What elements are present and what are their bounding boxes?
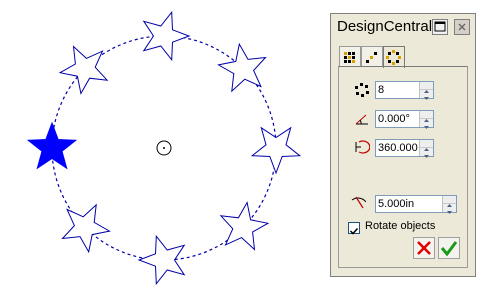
- total-angle-input[interactable]: [376, 140, 420, 156]
- total-angle-field[interactable]: [375, 139, 434, 158]
- path-points-icon: [366, 52, 377, 63]
- checkmark-icon: [349, 227, 359, 235]
- star-pattern-copy[interactable]: [219, 201, 270, 251]
- spin-up-icon[interactable]: [420, 111, 433, 122]
- spin-down-icon[interactable]: [420, 119, 433, 129]
- spin-down-icon[interactable]: [420, 90, 433, 100]
- tab-grid-pattern[interactable]: [339, 46, 361, 66]
- ok-button[interactable]: [438, 237, 460, 259]
- cancel-x-icon: [417, 241, 431, 255]
- star-pattern-copy[interactable]: [250, 126, 302, 175]
- circle-dots-icon: [386, 50, 401, 65]
- angle-icon: [355, 114, 368, 125]
- start-angle-field[interactable]: [375, 110, 434, 129]
- star-pattern-copy[interactable]: [61, 203, 111, 254]
- window-icon: [434, 21, 446, 32]
- radius-field[interactable]: [375, 195, 457, 214]
- maximize-button[interactable]: [432, 19, 448, 35]
- count-input[interactable]: [376, 82, 420, 98]
- cancel-button[interactable]: [413, 237, 435, 259]
- count-spinner[interactable]: [419, 82, 433, 100]
- spin-up-icon[interactable]: [443, 196, 456, 207]
- spin-down-icon[interactable]: [443, 204, 456, 214]
- star-pattern-copy[interactable]: [142, 10, 191, 62]
- start-angle-input[interactable]: [376, 111, 420, 127]
- grid-dots-icon: [344, 52, 355, 63]
- spin-up-icon[interactable]: [420, 140, 433, 151]
- star-pattern-copy[interactable]: [58, 45, 109, 95]
- radius-spinner[interactable]: [442, 196, 456, 214]
- star-pattern-copy[interactable]: [217, 42, 267, 93]
- start-angle-spinner[interactable]: [419, 111, 433, 129]
- close-icon: [458, 23, 466, 31]
- star-pattern-copy[interactable]: [137, 234, 186, 286]
- total-angle-spinner[interactable]: [419, 140, 433, 158]
- tab-path-pattern[interactable]: [361, 46, 383, 66]
- panel-titlebar[interactable]: DesignCentral: [331, 14, 475, 40]
- tab-circular-pattern[interactable]: [383, 46, 405, 68]
- panel-title: DesignCentral: [337, 18, 433, 35]
- rotate-objects-label[interactable]: Rotate objects: [365, 220, 435, 232]
- count-dots-icon: [355, 83, 369, 97]
- close-button[interactable]: [454, 19, 470, 35]
- center-point-marker[interactable]: [156, 140, 172, 156]
- panel-tabs: [339, 46, 459, 68]
- drawing-canvas[interactable]: [0, 0, 330, 298]
- radius-icon: [351, 196, 366, 209]
- arc-angle-icon: [355, 140, 370, 154]
- rotate-objects-checkbox[interactable]: [348, 222, 360, 235]
- count-field[interactable]: [375, 81, 434, 100]
- radius-input[interactable]: [376, 196, 443, 212]
- spin-down-icon[interactable]: [420, 148, 433, 158]
- ok-check-icon: [440, 241, 458, 257]
- spin-up-icon[interactable]: [420, 82, 433, 93]
- selected-star-object[interactable]: [26, 121, 78, 170]
